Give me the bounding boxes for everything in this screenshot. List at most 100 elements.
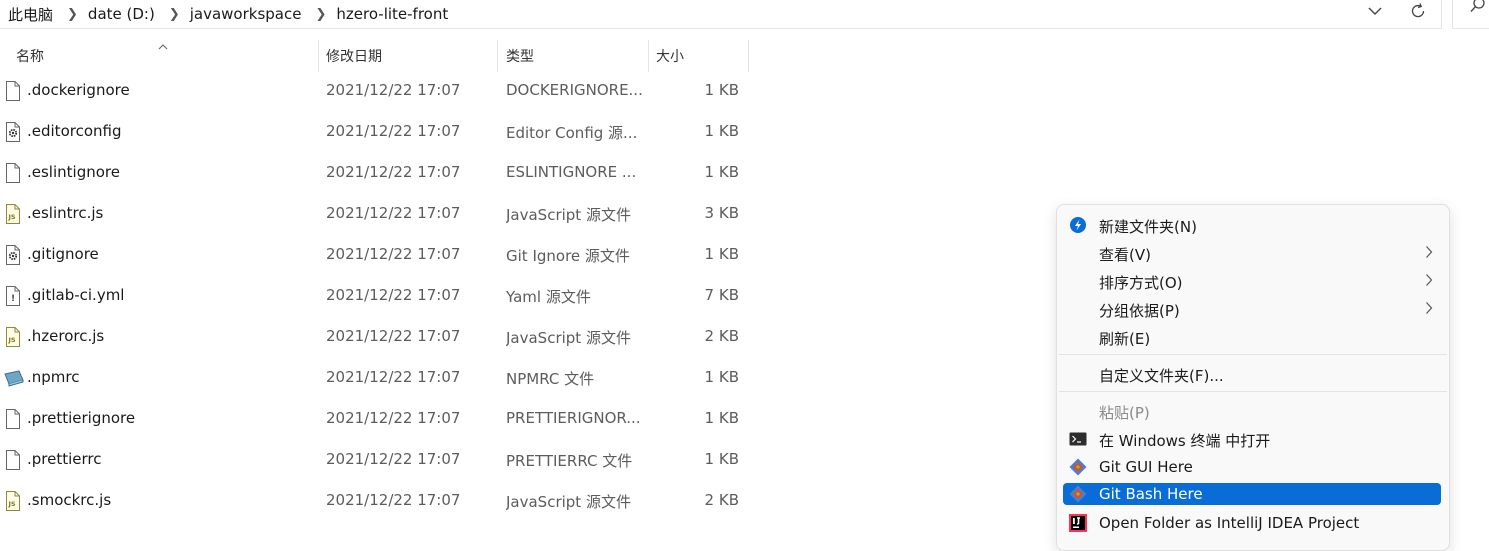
intellij-idea-icon (1069, 514, 1087, 532)
file-size: 1 KB (704, 163, 739, 181)
menu-item-view[interactable]: 查看(V) (1063, 241, 1441, 265)
menu-item-label: 刷新(E) (1099, 330, 1151, 348)
column-divider[interactable] (648, 40, 649, 72)
column-header-date-label: 修改日期 (326, 49, 382, 65)
file-date: 2021/12/22 17:07 (326, 491, 461, 509)
chevron-right-icon (1426, 246, 1433, 258)
file-row[interactable]: .eslintignore 2021/12/22 17:07 ESLINTIGNOR… (0, 153, 760, 194)
file-size: 1 KB (704, 450, 739, 468)
file-type: PRETTIERIGNOR... (506, 409, 641, 427)
npmrc-file-icon (4, 368, 24, 388)
file-type: NPMRC 文件 (506, 370, 595, 388)
breadcrumb-javaworkspace[interactable]: javaworkspace (190, 5, 302, 23)
breadcrumb-this-pc[interactable]: 此电脑 (0, 4, 53, 25)
menu-item-open-in-terminal[interactable]: 在 Windows 终端 中打开 (1063, 427, 1441, 451)
menu-item-group-by[interactable]: 分组依据(P) (1063, 297, 1441, 321)
file-row[interactable]: .prettierignore 2021/12/22 17:07 PRETTIERI… (0, 399, 760, 440)
file-size: 2 KB (704, 327, 739, 345)
refresh-button[interactable] (1405, 0, 1431, 22)
column-header-type[interactable]: 类型 (506, 40, 646, 72)
column-header-name-label: 名称 (16, 49, 44, 65)
file-size: 1 KB (704, 368, 739, 386)
file-name: .smockrc.js (27, 491, 112, 509)
file-type: DOCKERIGNORE... (506, 81, 642, 99)
file-name: .prettierignore (27, 409, 136, 427)
file-row[interactable]: .editorconfig 2021/12/22 17:07 Editor Conf… (0, 112, 760, 153)
file-type: Yaml 源文件 (506, 288, 591, 306)
file-size: 1 KB (704, 245, 739, 263)
address-bar[interactable]: 此电脑 ❯ date (D:) ❯ javaworkspace ❯ hzero-… (0, 0, 1442, 29)
file-date: 2021/12/22 17:07 (326, 81, 461, 99)
file-date: 2021/12/22 17:07 (326, 409, 461, 427)
menu-item-customize-folder[interactable]: 自定义文件夹(F)... (1063, 362, 1441, 386)
file-type: Editor Config 源... (506, 124, 638, 142)
file-size: 7 KB (704, 286, 739, 304)
file-row[interactable]: ! .gitlab-ci.yml 2021/12/22 17:07 Yaml 源文件 7… (0, 276, 760, 317)
file-row[interactable]: JS .eslintrc.js 2021/12/22 17:07 JavaScript… (0, 194, 760, 235)
column-header-size[interactable]: 大小 (656, 40, 746, 72)
menu-item-label: 查看(V) (1099, 246, 1151, 264)
menu-item-open-intellij[interactable]: Open Folder as IntelliJ IDEA Project (1063, 511, 1441, 535)
column-header-name[interactable]: 名称 (16, 40, 316, 72)
breadcrumb-hzero-lite-front[interactable]: hzero-lite-front (336, 5, 448, 23)
git-bash-icon (1069, 485, 1087, 503)
address-dropdown-button[interactable] (1362, 0, 1388, 22)
file-date: 2021/12/22 17:07 (326, 368, 461, 386)
menu-item-git-bash[interactable]: Git Bash Here (1063, 483, 1441, 505)
yaml-file-icon: ! (4, 286, 22, 306)
menu-separator (1059, 391, 1447, 392)
column-divider[interactable] (318, 40, 319, 72)
refresh-icon (1411, 3, 1425, 18)
file-name: .gitignore (27, 245, 99, 263)
file-row[interactable]: JS .smockrc.js 2021/12/22 17:07 JavaScript … (0, 481, 760, 522)
file-icon (4, 81, 22, 101)
menu-item-new-folder[interactable]: 新建文件夹(N) (1063, 213, 1441, 237)
file-name: .eslintignore (27, 163, 120, 181)
chevron-right-icon[interactable]: ❯ (301, 7, 336, 22)
menu-item-paste[interactable]: 粘贴(P) (1063, 399, 1441, 423)
file-icon (4, 450, 22, 470)
chevron-right-icon (1426, 274, 1433, 286)
svg-text:!: ! (11, 294, 15, 304)
menu-item-sort-by[interactable]: 排序方式(O) (1063, 269, 1441, 293)
terminal-icon (1069, 432, 1087, 446)
file-date: 2021/12/22 17:07 (326, 122, 461, 140)
file-size: 1 KB (704, 122, 739, 140)
breadcrumb-drive-d[interactable]: date (D:) (88, 5, 155, 23)
js-file-icon: JS (4, 327, 22, 347)
file-type: JavaScript 源文件 (506, 329, 631, 347)
file-row[interactable]: JS .hzerorc.js 2021/12/22 17:07 JavaScript … (0, 317, 760, 358)
file-size: 1 KB (704, 81, 739, 99)
file-name: .gitlab-ci.yml (27, 286, 125, 304)
menu-item-git-gui[interactable]: Git GUI Here (1063, 455, 1441, 479)
chevron-right-icon[interactable]: ❯ (53, 7, 88, 22)
column-header-size-label: 大小 (656, 49, 684, 65)
new-folder-icon (1070, 217, 1086, 233)
file-row[interactable]: .npmrc 2021/12/22 17:07 NPMRC 文件 1 KB (0, 358, 760, 399)
file-type: JavaScript 源文件 (506, 493, 631, 511)
column-divider[interactable] (497, 40, 498, 72)
git-gui-icon (1069, 458, 1087, 476)
file-date: 2021/12/22 17:07 (326, 450, 461, 468)
menu-item-label: Open Folder as IntelliJ IDEA Project (1099, 514, 1360, 532)
column-header-date[interactable]: 修改日期 (326, 40, 496, 72)
menu-item-label: 自定义文件夹(F)... (1099, 367, 1224, 385)
file-size: 1 KB (704, 409, 739, 427)
file-type: JavaScript 源文件 (506, 206, 631, 224)
search-box[interactable] (1452, 0, 1489, 29)
file-name: .dockerignore (27, 81, 130, 99)
menu-item-refresh[interactable]: 刷新(E) (1063, 325, 1441, 349)
file-type: ESLINTIGNORE ... (506, 163, 637, 181)
svg-text:JS: JS (8, 336, 16, 344)
js-file-icon: JS (4, 491, 22, 511)
menu-item-label: 粘贴(P) (1099, 404, 1150, 422)
file-icon (4, 409, 22, 429)
file-name: .eslintrc.js (27, 204, 104, 222)
file-row[interactable]: .dockerignore 2021/12/22 17:07 DOCKERIGNOR… (0, 71, 760, 112)
column-divider[interactable] (748, 40, 749, 72)
file-date: 2021/12/22 17:07 (326, 163, 461, 181)
chevron-right-icon[interactable]: ❯ (155, 7, 190, 22)
file-row[interactable]: .prettierrc 2021/12/22 17:07 PRETTIERRC 文件… (0, 440, 760, 481)
menu-item-label: Git Bash Here (1099, 485, 1203, 503)
file-row[interactable]: .gitignore 2021/12/22 17:07 Git Ignore 源文件… (0, 235, 760, 276)
